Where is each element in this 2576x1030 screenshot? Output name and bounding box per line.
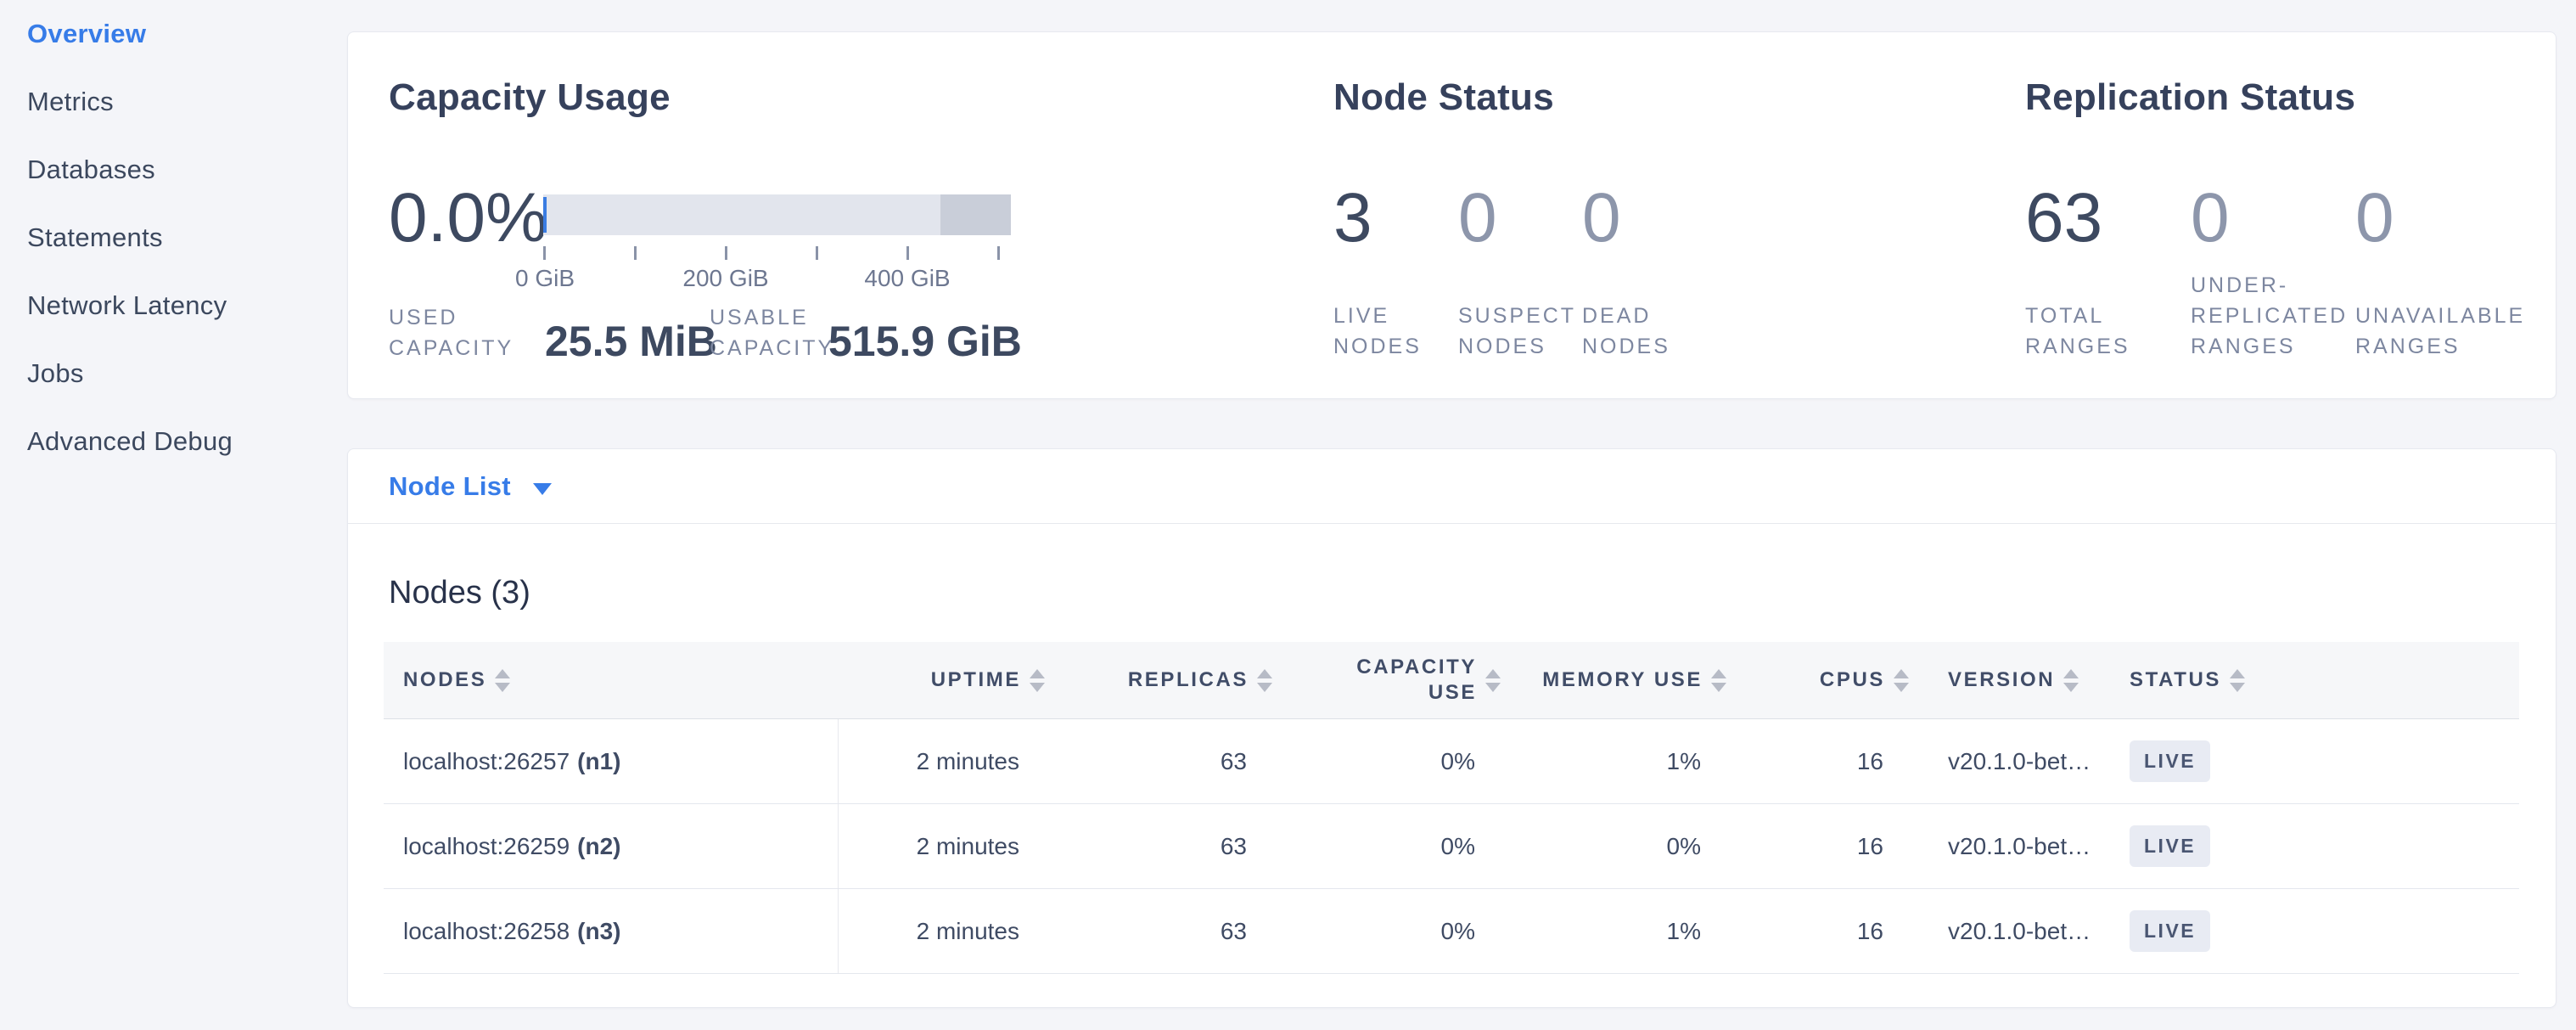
column-header-uptime[interactable]: UPTIME bbox=[839, 642, 1047, 718]
usable-capacity-label: USABLE CAPACITY bbox=[710, 302, 828, 363]
chevron-down-icon bbox=[533, 483, 552, 495]
under-replicated-ranges-count: 0 bbox=[2191, 183, 2230, 253]
sidebar: Overview Metrics Databases Statements Ne… bbox=[0, 0, 347, 1030]
cpus-cell: 16 bbox=[1728, 889, 1911, 973]
dead-nodes-count: 0 bbox=[1582, 183, 1621, 253]
axis-label-0: 0 GiB bbox=[515, 265, 575, 292]
capacity-gauge-reserved-segment bbox=[940, 194, 1011, 235]
sort-icon bbox=[1485, 669, 1501, 692]
cpus-cell: 16 bbox=[1728, 719, 1911, 803]
table-row-node-3[interactable]: localhost:26258 (n3) 2 minutes 63 0% 1% … bbox=[384, 889, 2519, 974]
version-cell: v20.1.0-bet… bbox=[1911, 889, 2114, 973]
capacity-gauge-axis-labels: 0 GiB 200 GiB 400 GiB bbox=[543, 265, 1011, 294]
sort-icon bbox=[2230, 669, 2245, 692]
column-header-cpus[interactable]: CPUS bbox=[1728, 642, 1911, 718]
capacity-usage-title: Capacity Usage bbox=[389, 76, 671, 119]
node-list-card: Node List Nodes (3) NODES UPTIME REPLICA… bbox=[347, 448, 2556, 1008]
status-badge: LIVE bbox=[2130, 910, 2210, 952]
status-badge: LIVE bbox=[2130, 825, 2210, 867]
capacity-gauge-used-segment bbox=[543, 197, 547, 233]
used-capacity-stat: USED CAPACITY 25.5 MiB bbox=[389, 302, 717, 363]
sort-icon bbox=[1894, 669, 1909, 692]
axis-label-200: 200 GiB bbox=[682, 265, 768, 292]
axis-label-400: 400 GiB bbox=[864, 265, 950, 292]
memory-use-cell: 1% bbox=[1502, 889, 1728, 973]
memory-use-cell: 0% bbox=[1502, 804, 1728, 888]
used-capacity-value: 25.5 MiB bbox=[545, 319, 717, 363]
column-header-nodes[interactable]: NODES bbox=[384, 642, 839, 718]
node-name: (n2) bbox=[577, 833, 620, 860]
under-replicated-ranges-label: UNDER-REPLICATEDRANGES bbox=[2191, 270, 2348, 362]
total-ranges-count: 63 bbox=[2025, 183, 2102, 253]
sidebar-item-metrics[interactable]: Metrics bbox=[0, 68, 347, 136]
sort-icon bbox=[1711, 669, 1726, 692]
suspect-nodes-count: 0 bbox=[1458, 183, 1497, 253]
sidebar-item-statements[interactable]: Statements bbox=[0, 204, 347, 272]
column-header-capacity-use[interactable]: CAPACITY USE bbox=[1274, 642, 1502, 718]
replication-status-title: Replication Status bbox=[2025, 76, 2355, 119]
version-cell: v20.1.0-bet… bbox=[1911, 719, 2114, 803]
sort-icon bbox=[495, 669, 510, 692]
node-status-title: Node Status bbox=[1333, 76, 1554, 119]
column-header-memory-use[interactable]: MEMORY USE bbox=[1502, 642, 1728, 718]
node-address-link[interactable]: localhost:26259 bbox=[403, 833, 570, 860]
node-name: (n1) bbox=[577, 748, 620, 775]
uptime-cell: 2 minutes bbox=[839, 719, 1047, 803]
column-header-status[interactable]: STATUS bbox=[2114, 642, 2519, 718]
uptime-cell: 2 minutes bbox=[839, 804, 1047, 888]
capacity-use-cell: 0% bbox=[1274, 719, 1502, 803]
uptime-cell: 2 minutes bbox=[839, 889, 1047, 973]
node-address-link[interactable]: localhost:26257 bbox=[403, 748, 570, 775]
live-nodes-label: LIVENODES bbox=[1333, 301, 1422, 362]
capacity-gauge-track bbox=[543, 194, 1011, 235]
total-ranges-label: TOTALRANGES bbox=[2025, 301, 2130, 362]
replicas-cell: 63 bbox=[1047, 719, 1274, 803]
nodes-table: NODES UPTIME REPLICAS CAPACITY USE MEMOR… bbox=[384, 642, 2519, 974]
nodes-table-header: NODES UPTIME REPLICAS CAPACITY USE MEMOR… bbox=[384, 642, 2519, 719]
sort-icon bbox=[1030, 669, 1045, 692]
replicas-cell: 63 bbox=[1047, 889, 1274, 973]
suspect-nodes-label: SUSPECTNODES bbox=[1458, 301, 1576, 362]
replicas-cell: 63 bbox=[1047, 804, 1274, 888]
cluster-summary-card: Capacity Usage 0.0% 0 GiB 200 GiB 400 Gi… bbox=[347, 31, 2556, 399]
capacity-gauge-chart: 0 GiB 200 GiB 400 GiB bbox=[543, 194, 1011, 294]
used-capacity-label: USED CAPACITY bbox=[389, 302, 545, 363]
node-list-dropdown[interactable]: Node List bbox=[348, 449, 2556, 524]
node-name: (n3) bbox=[577, 918, 620, 945]
node-address-link[interactable]: localhost:26258 bbox=[403, 918, 570, 945]
status-badge: LIVE bbox=[2130, 740, 2210, 782]
dead-nodes-label: DEADNODES bbox=[1582, 301, 1670, 362]
usable-capacity-value: 515.9 GiB bbox=[828, 319, 1022, 363]
sidebar-item-advanced-debug[interactable]: Advanced Debug bbox=[0, 408, 347, 476]
table-row-node-1[interactable]: localhost:26257 (n1) 2 minutes 63 0% 1% … bbox=[384, 719, 2519, 804]
usable-capacity-stat: USABLE CAPACITY 515.9 GiB bbox=[710, 302, 1022, 363]
live-nodes-count: 3 bbox=[1333, 183, 1372, 253]
sort-icon bbox=[2063, 669, 2079, 692]
table-row-node-2[interactable]: localhost:26259 (n2) 2 minutes 63 0% 0% … bbox=[384, 804, 2519, 889]
capacity-gauge-ticks bbox=[543, 246, 1011, 260]
sort-icon bbox=[1257, 669, 1272, 692]
sidebar-item-jobs[interactable]: Jobs bbox=[0, 340, 347, 408]
unavailable-ranges-label: UNAVAILABLERANGES bbox=[2355, 301, 2525, 362]
memory-use-cell: 1% bbox=[1502, 719, 1728, 803]
capacity-used-percent: 0.0% bbox=[389, 183, 547, 253]
nodes-section-title: Nodes (3) bbox=[389, 575, 530, 611]
cpus-cell: 16 bbox=[1728, 804, 1911, 888]
sidebar-item-overview[interactable]: Overview bbox=[0, 0, 347, 68]
column-header-replicas[interactable]: REPLICAS bbox=[1047, 642, 1274, 718]
sidebar-item-databases[interactable]: Databases bbox=[0, 136, 347, 204]
node-list-dropdown-label: Node List bbox=[389, 471, 511, 502]
unavailable-ranges-count: 0 bbox=[2355, 183, 2394, 253]
sidebar-item-network-latency[interactable]: Network Latency bbox=[0, 272, 347, 340]
version-cell: v20.1.0-bet… bbox=[1911, 804, 2114, 888]
capacity-use-cell: 0% bbox=[1274, 804, 1502, 888]
capacity-use-cell: 0% bbox=[1274, 889, 1502, 973]
column-header-version[interactable]: VERSION bbox=[1911, 642, 2114, 718]
